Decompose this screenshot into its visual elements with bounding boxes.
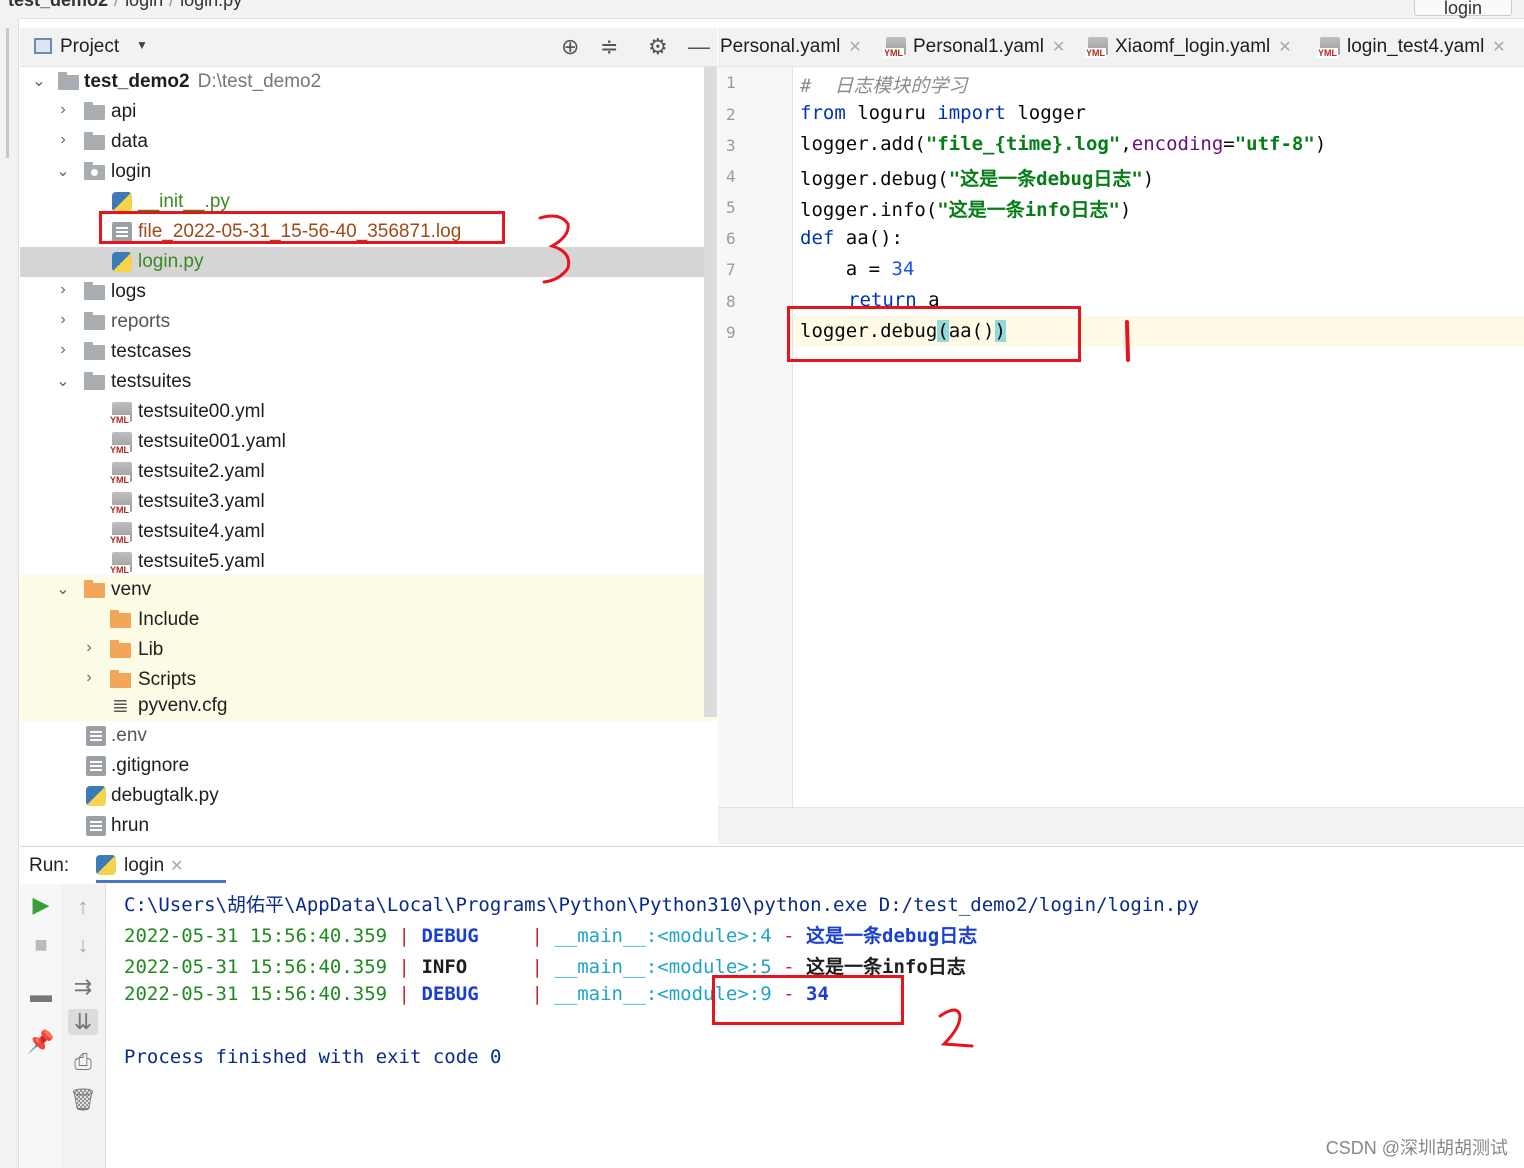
watermark: CSDN @深圳胡胡测试	[1325, 1138, 1508, 1158]
handwritten-1	[1125, 320, 1130, 362]
handwritten-annotations	[538, 214, 1130, 1048]
handwritten-2	[938, 1008, 974, 1048]
handwritten-3	[538, 214, 571, 284]
